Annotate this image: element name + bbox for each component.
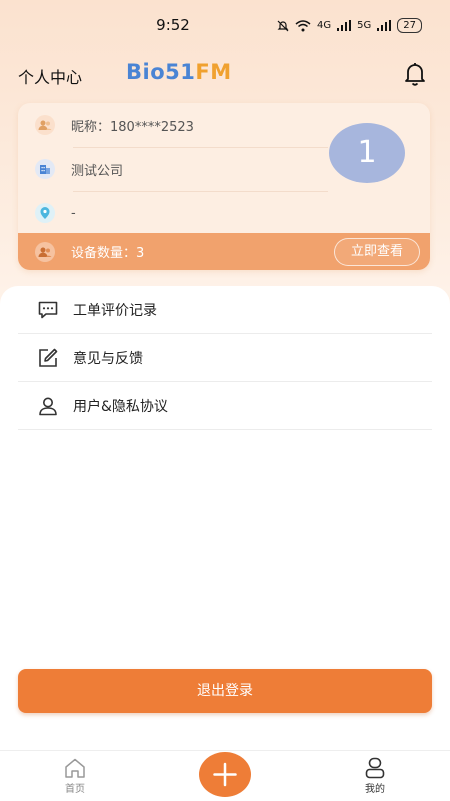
company-text: 测试公司: [71, 163, 124, 179]
mute-bell-icon: [277, 20, 289, 31]
comment-icon: [38, 301, 58, 318]
home-icon: [65, 758, 85, 778]
tab-home-label: 首页: [65, 784, 85, 795]
network-label-1: 4G: [317, 20, 332, 31]
company-row: 测试公司: [18, 147, 318, 191]
location-text: -: [71, 205, 76, 221]
tab-me-label: 我的: [365, 784, 385, 795]
view-devices-button[interactable]: 立即查看: [334, 238, 420, 266]
avatar[interactable]: 1: [329, 123, 405, 183]
logo-text-fm: FM: [195, 60, 232, 84]
nickname-row: 昵称：180****2523: [18, 103, 318, 147]
location-row: -: [18, 191, 318, 235]
location-pin-icon: [35, 203, 55, 223]
menu-item-feedback[interactable]: 意见与反馈: [18, 334, 432, 382]
device-count-text: 设备数量：3: [71, 246, 145, 261]
signal-icon: [337, 20, 352, 31]
app-logo: Bio51FM: [126, 60, 232, 84]
profile-card: 昵称：180****2523 测试公司 - 1 设备数量：3 立即查看: [18, 103, 430, 270]
user-icon: [39, 397, 57, 415]
plus-icon: [213, 762, 237, 787]
status-bar: 9:52 4G 5G 27: [0, 0, 450, 52]
menu-item-order-reviews[interactable]: 工单评价记录: [18, 286, 432, 334]
menu-item-privacy-policy[interactable]: 用户&隐私协议: [18, 382, 432, 430]
logo-text-bio51: Bio51: [126, 60, 196, 84]
menu-label: 用户&隐私协议: [73, 398, 168, 415]
device-users-icon: [35, 241, 55, 262]
logout-button[interactable]: 退出登录: [18, 669, 432, 713]
status-icons: 4G 5G 27: [277, 18, 422, 33]
menu-label: 工单评价记录: [73, 302, 157, 319]
tab-me[interactable]: 我的: [345, 757, 405, 795]
nickname-text: 昵称：180****2523: [71, 119, 194, 135]
add-button[interactable]: [199, 752, 251, 797]
user-group-icon: [35, 115, 55, 135]
device-count-bar: 设备数量：3 立即查看: [18, 233, 430, 270]
edit-icon: [39, 348, 58, 367]
notification-bell-icon[interactable]: [402, 61, 428, 87]
network-label-2: 5G: [357, 20, 372, 31]
building-icon: [35, 159, 55, 179]
page-title: 个人中心: [18, 68, 83, 87]
signal-icon: [377, 20, 392, 31]
tab-home[interactable]: 首页: [45, 757, 105, 795]
app-header: 个人中心 Bio51FM: [0, 58, 450, 92]
menu-label: 意见与反馈: [73, 350, 143, 367]
wifi-icon: [295, 19, 311, 31]
battery-indicator: 27: [397, 18, 422, 33]
profile-tab-icon: [365, 757, 385, 779]
